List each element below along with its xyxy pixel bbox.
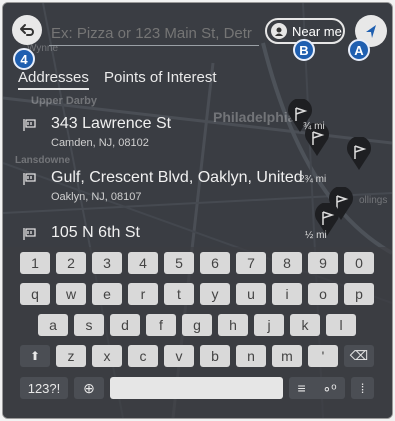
keypad-key[interactable]: ⁞ bbox=[351, 377, 374, 399]
key-s[interactable]: s bbox=[74, 314, 104, 336]
key-p[interactable]: p bbox=[344, 283, 374, 305]
result-distance: ½ mi bbox=[305, 230, 327, 241]
near-me-label: Near me bbox=[292, 23, 342, 39]
key-0[interactable]: 0 bbox=[344, 252, 374, 274]
key-l[interactable]: l bbox=[326, 314, 356, 336]
back-button[interactable] bbox=[12, 15, 42, 45]
app-window: Philadelphia Wynne Upper Darby Lansdowne… bbox=[2, 2, 393, 419]
key-a[interactable]: a bbox=[38, 314, 68, 336]
key-i[interactable]: i bbox=[272, 283, 302, 305]
key-d[interactable]: d bbox=[110, 314, 140, 336]
key-c[interactable]: c bbox=[128, 345, 158, 367]
tab-addresses[interactable]: Addresses bbox=[18, 69, 89, 90]
list-route-key[interactable]: ≡ ∘ᵒ bbox=[289, 377, 345, 399]
key-n[interactable]: n bbox=[236, 345, 266, 367]
result-title: Gulf, Crescent Blvd, Oaklyn, United bbox=[51, 169, 303, 186]
key-o[interactable]: o bbox=[308, 283, 338, 305]
key-5[interactable]: 5 bbox=[164, 252, 194, 274]
key-v[interactable]: v bbox=[164, 345, 194, 367]
address-flag-icon bbox=[23, 173, 36, 185]
result-distance: ¾ mi bbox=[303, 121, 325, 132]
address-flag-icon bbox=[23, 228, 36, 240]
key-3[interactable]: 3 bbox=[92, 252, 122, 274]
list-icon: ≡ bbox=[297, 380, 306, 396]
callout-badge-navigate: A bbox=[348, 39, 370, 61]
map-label-lansdowne: Lansdowne bbox=[15, 155, 71, 166]
callout-badge-near-me: B bbox=[293, 39, 315, 61]
navigation-arrow-icon bbox=[366, 25, 376, 38]
key-2[interactable]: 2 bbox=[56, 252, 86, 274]
space-key[interactable] bbox=[110, 377, 283, 399]
key-4[interactable]: 4 bbox=[128, 252, 158, 274]
backspace-key[interactable]: ⌫ bbox=[344, 345, 374, 367]
shift-key[interactable]: ⬆ bbox=[20, 345, 50, 367]
key-g[interactable]: g bbox=[182, 314, 212, 336]
result-subtitle: Oaklyn, NJ, 08107 bbox=[51, 191, 142, 203]
callout-badge-back: 4 bbox=[13, 48, 35, 70]
key-j[interactable]: j bbox=[254, 314, 284, 336]
result-subtitle: Camden, NJ, 08102 bbox=[51, 137, 149, 149]
result-title: 105 N 6th St bbox=[51, 224, 140, 241]
key-f[interactable]: f bbox=[146, 314, 176, 336]
key-x[interactable]: x bbox=[92, 345, 122, 367]
list-item[interactable]: Gulf, Crescent Blvd, Oaklyn, United Oakl… bbox=[21, 169, 381, 209]
map-label-upper-darby: Upper Darby bbox=[31, 95, 98, 107]
list-item[interactable]: 343 Lawrence St Camden, NJ, 08102 ¾ mi bbox=[21, 115, 381, 155]
key-u[interactable]: u bbox=[236, 283, 266, 305]
key-w[interactable]: w bbox=[56, 283, 86, 305]
address-flag-icon bbox=[23, 119, 36, 131]
key-r[interactable]: r bbox=[128, 283, 158, 305]
key-9[interactable]: 9 bbox=[308, 252, 338, 274]
list-item[interactable]: 105 N 6th St ½ mi bbox=[21, 224, 381, 246]
tab-points-of-interest[interactable]: Points of Interest bbox=[104, 69, 217, 86]
result-title: 343 Lawrence St bbox=[51, 115, 172, 132]
symbols-key[interactable]: 123?! bbox=[20, 377, 68, 399]
key-8[interactable]: 8 bbox=[272, 252, 302, 274]
result-distance: 2¾ mi bbox=[299, 174, 327, 185]
key-q[interactable]: q bbox=[20, 283, 50, 305]
key-t[interactable]: t bbox=[164, 283, 194, 305]
key-e[interactable]: e bbox=[92, 283, 122, 305]
search-input[interactable] bbox=[49, 21, 261, 45]
key-b[interactable]: b bbox=[200, 345, 230, 367]
location-pin-icon bbox=[271, 23, 287, 39]
key-7[interactable]: 7 bbox=[236, 252, 266, 274]
key-1[interactable]: 1 bbox=[20, 252, 50, 274]
route-icon: ∘ᵒ bbox=[322, 379, 337, 396]
key-y[interactable]: y bbox=[200, 283, 230, 305]
key-6[interactable]: 6 bbox=[200, 252, 230, 274]
back-arrow-icon bbox=[20, 24, 34, 36]
key-apostrophe[interactable]: ' bbox=[308, 345, 338, 367]
globe-key[interactable]: ⊕ bbox=[74, 377, 104, 399]
key-z[interactable]: z bbox=[56, 345, 86, 367]
search-bar: Near me bbox=[3, 3, 392, 59]
key-m[interactable]: m bbox=[272, 345, 302, 367]
search-underline bbox=[49, 45, 259, 46]
on-screen-keyboard: 1 2 3 4 5 6 7 8 9 0 q w e r t y u i o p … bbox=[3, 247, 392, 418]
key-h[interactable]: h bbox=[218, 314, 248, 336]
key-k[interactable]: k bbox=[290, 314, 320, 336]
